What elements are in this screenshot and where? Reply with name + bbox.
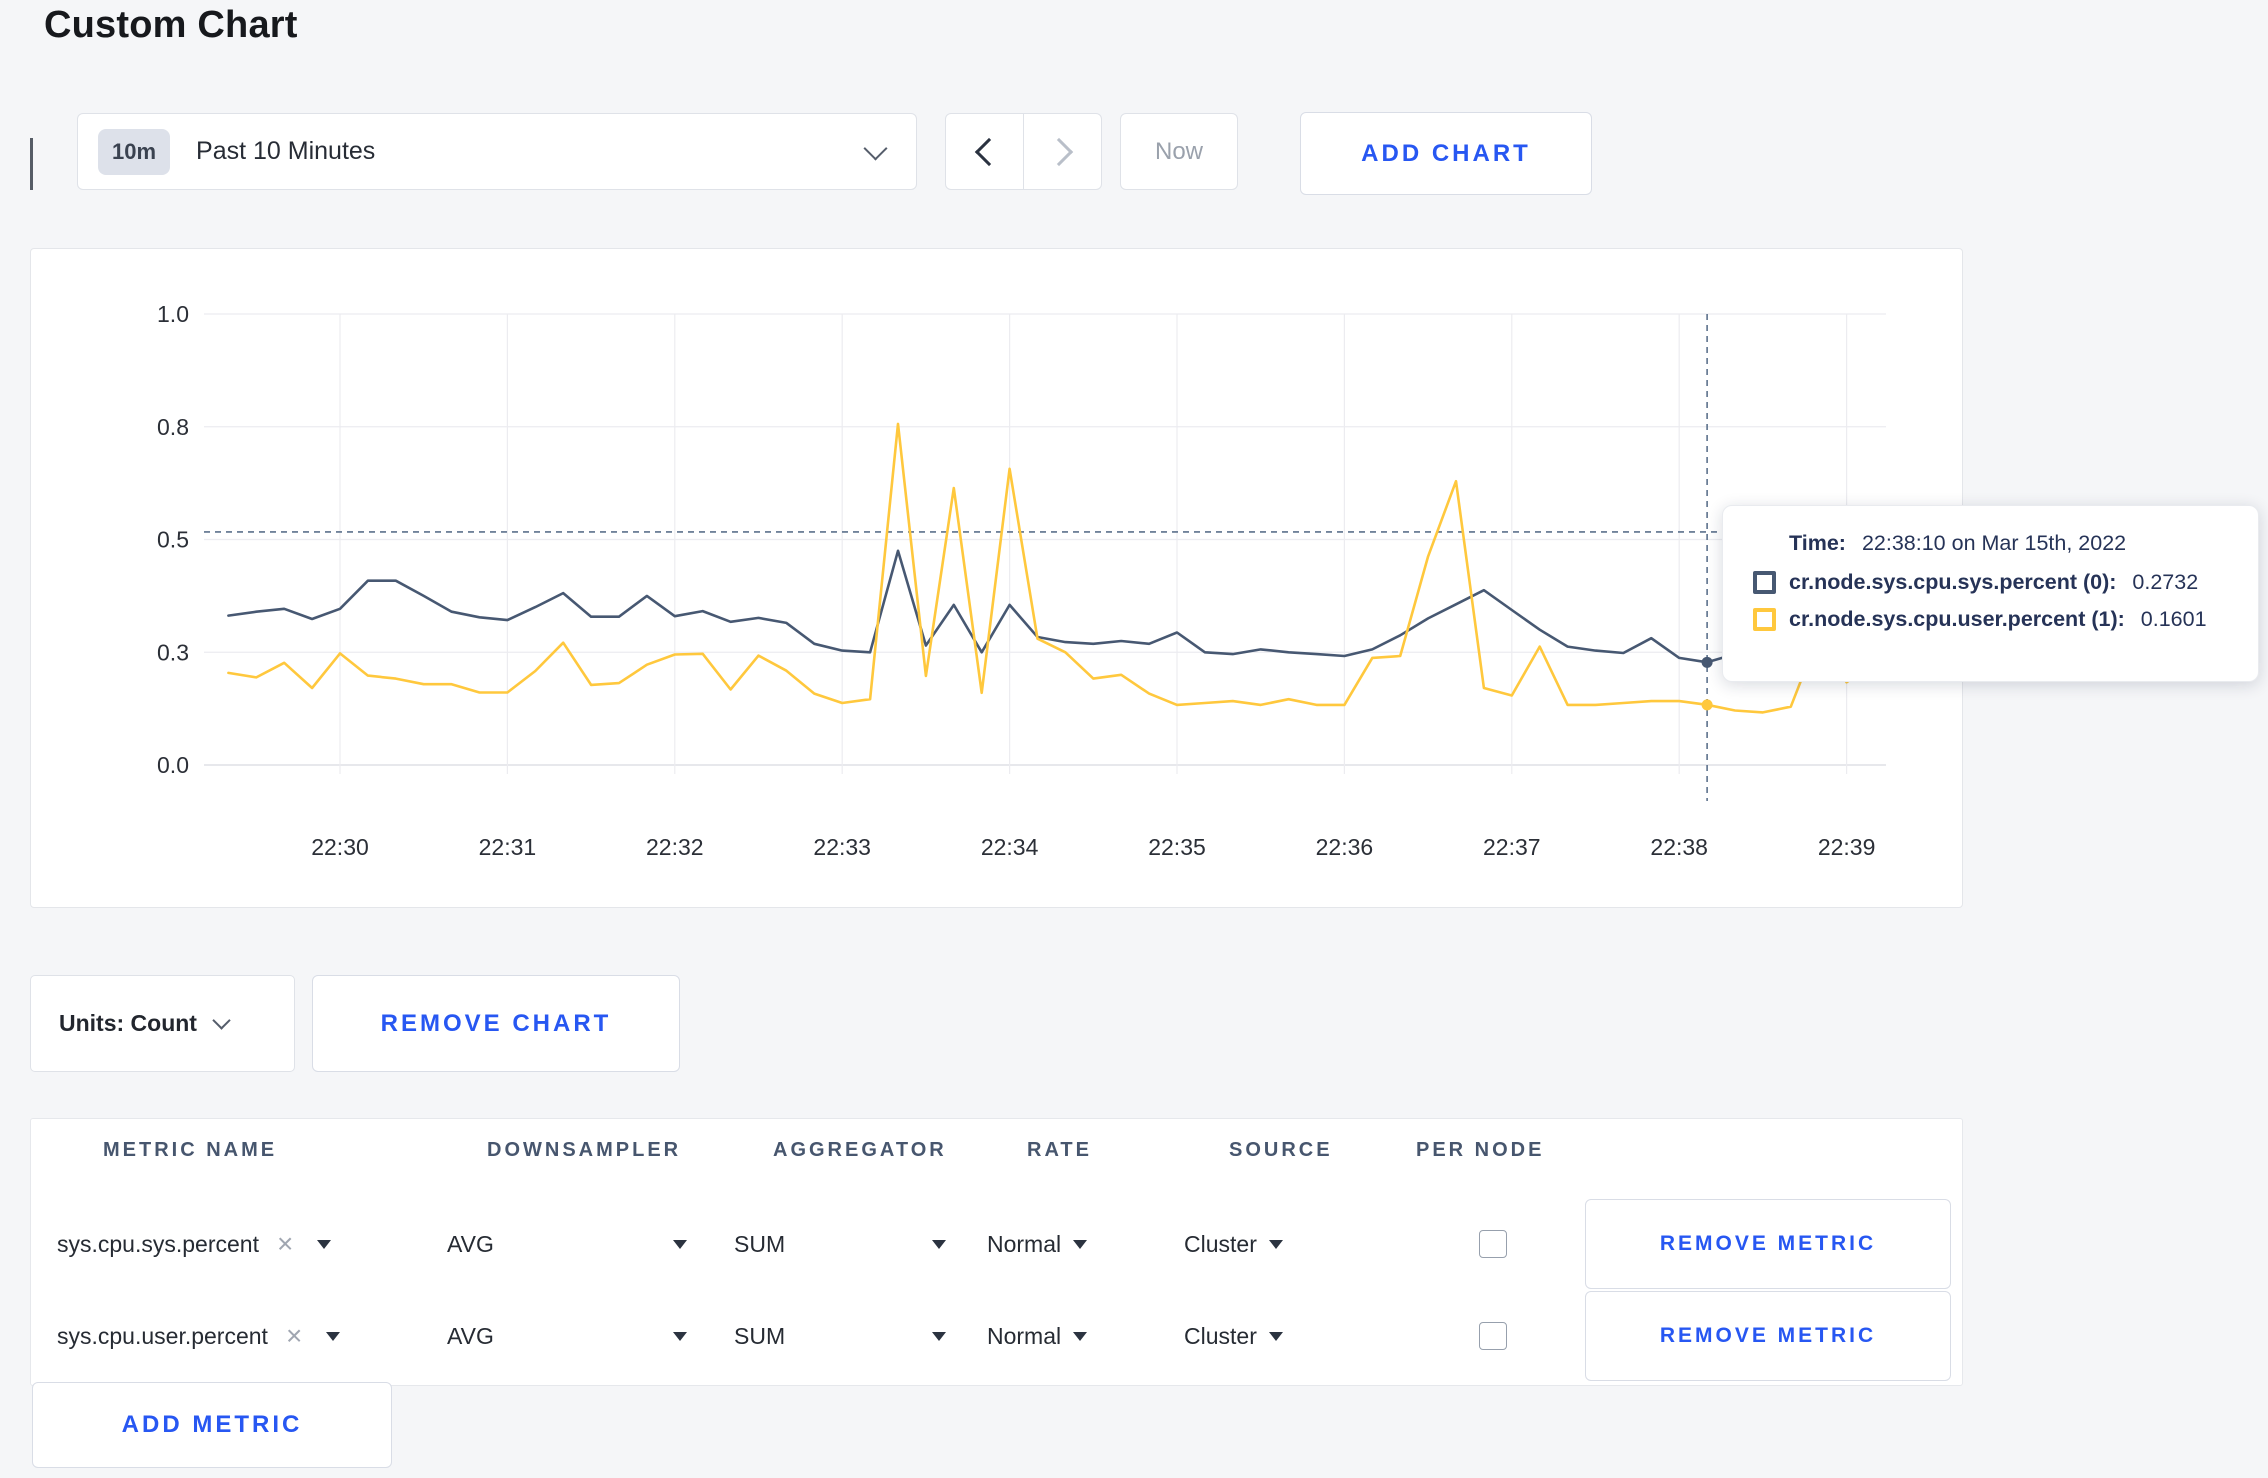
tooltip-series-value: 0.1601: [2140, 607, 2207, 631]
chart-tooltip: Time: 22:38:10 on Mar 15th, 2022 cr.node…: [1722, 505, 2259, 682]
metric-name: sys.cpu.sys.percent: [57, 1230, 259, 1257]
toolbar-left-divider: [30, 138, 33, 190]
time-window-label: Past 10 Minutes: [196, 137, 376, 165]
tooltip-time-label: Time:: [1789, 531, 1846, 555]
svg-text:22:35: 22:35: [1148, 834, 1206, 860]
chevron-down-icon: [212, 1011, 231, 1030]
svg-text:22:36: 22:36: [1316, 834, 1374, 860]
prev-timespan-button[interactable]: [946, 114, 1024, 189]
svg-text:22:31: 22:31: [479, 834, 537, 860]
tooltip-series-row: cr.node.sys.cpu.user.percent (1): 0.1601: [1753, 607, 2234, 632]
chevron-right-icon: [1044, 137, 1073, 166]
per-node-checkbox[interactable]: [1479, 1322, 1507, 1350]
rate-select[interactable]: Normal: [987, 1199, 1088, 1289]
svg-text:0.3: 0.3: [157, 639, 189, 665]
series-user-legend-swatch: [1753, 608, 1776, 631]
col-header-downsampler: DOWNSAMPLER: [487, 1139, 682, 1161]
time-nav-group: [945, 113, 1102, 190]
svg-text:22:37: 22:37: [1483, 834, 1541, 860]
rate-select[interactable]: Normal: [987, 1291, 1088, 1381]
tooltip-series-label: cr.node.sys.cpu.user.percent (1):: [1789, 607, 2125, 631]
units-label: Units: Count: [59, 1010, 197, 1036]
dropdown-arrow-icon: [1268, 1239, 1283, 1249]
source-value: Cluster: [1184, 1322, 1257, 1349]
svg-text:22:30: 22:30: [311, 834, 369, 860]
rate-value: Normal: [987, 1322, 1062, 1349]
now-button[interactable]: Now: [1120, 113, 1238, 190]
chevron-left-icon: [974, 137, 1003, 166]
chevron-down-icon: [863, 136, 888, 161]
col-header-source: SOURCE: [1229, 1139, 1333, 1161]
svg-text:1.0: 1.0: [157, 301, 189, 327]
tooltip-series-label: cr.node.sys.cpu.sys.percent (0):: [1789, 570, 2117, 594]
col-header-metric-name: METRIC NAME: [103, 1139, 278, 1161]
svg-text:0.0: 0.0: [157, 752, 189, 778]
svg-text:22:39: 22:39: [1818, 834, 1876, 860]
dropdown-arrow-icon: [1073, 1331, 1088, 1341]
aggregator-value: SUM: [734, 1230, 786, 1257]
dropdown-arrow-icon: [673, 1331, 687, 1341]
dropdown-arrow-icon: [673, 1239, 687, 1249]
remove-chart-button[interactable]: REMOVE CHART: [312, 975, 680, 1072]
metric-row: sys.cpu.sys.percent × AVG SUM Normal Clu…: [31, 1199, 1962, 1289]
aggregator-value: SUM: [734, 1322, 786, 1349]
time-window-badge: 10m: [98, 128, 171, 175]
dropdown-arrow-icon: [932, 1239, 946, 1249]
downsampler-select[interactable]: AVG: [447, 1291, 687, 1381]
series-sys-legend-swatch: [1753, 571, 1776, 594]
page-title: Custom Chart: [44, 4, 298, 46]
svg-text:0.8: 0.8: [157, 414, 189, 440]
metric-name-select[interactable]: sys.cpu.sys.percent ×: [57, 1199, 332, 1289]
metrics-table-card: METRIC NAME DOWNSAMPLER AGGREGATOR RATE …: [30, 1118, 1963, 1386]
remove-metric-button[interactable]: REMOVE METRIC: [1585, 1199, 1951, 1289]
tooltip-series-row: cr.node.sys.cpu.sys.percent (0): 0.2732: [1753, 570, 2234, 595]
dropdown-arrow-icon: [1073, 1239, 1088, 1249]
units-select[interactable]: Units: Count: [30, 975, 295, 1072]
source-value: Cluster: [1184, 1230, 1257, 1257]
col-header-per-node: PER NODE: [1416, 1139, 1545, 1161]
time-range-select[interactable]: 10m Past 10 Minutes: [77, 113, 917, 190]
svg-text:22:38: 22:38: [1650, 834, 1708, 860]
tooltip-time-row: Time: 22:38:10 on Mar 15th, 2022: [1789, 531, 2234, 556]
clear-metric-icon[interactable]: ×: [277, 1230, 293, 1258]
tooltip-time-value: 22:38:10 on Mar 15th, 2022: [1861, 531, 2127, 555]
metric-name-select[interactable]: sys.cpu.user.percent ×: [57, 1291, 341, 1381]
downsampler-value: AVG: [447, 1322, 494, 1349]
dropdown-arrow-icon: [326, 1331, 341, 1341]
clear-metric-icon[interactable]: ×: [286, 1322, 302, 1350]
col-header-rate: RATE: [1027, 1139, 1092, 1161]
aggregator-select[interactable]: SUM: [734, 1291, 946, 1381]
svg-text:22:34: 22:34: [981, 834, 1039, 860]
add-metric-button[interactable]: ADD METRIC: [32, 1382, 392, 1468]
chart-card: 0.0 0.3 0.5 0.8 1.0 22:30 22:31 22:32 22:33 22:34…: [30, 248, 1963, 908]
tooltip-series-value: 0.2732: [2132, 570, 2199, 594]
source-select[interactable]: Cluster: [1184, 1199, 1283, 1289]
col-header-aggregator: AGGREGATOR: [773, 1139, 947, 1161]
next-timespan-button[interactable]: [1024, 114, 1101, 189]
dropdown-arrow-icon: [1268, 1331, 1283, 1341]
downsampler-value: AVG: [447, 1230, 494, 1257]
metrics-table-header: METRIC NAME DOWNSAMPLER AGGREGATOR RATE …: [31, 1119, 1962, 1181]
add-chart-button[interactable]: ADD CHART: [1300, 112, 1592, 195]
dropdown-arrow-icon: [317, 1239, 332, 1249]
downsampler-select[interactable]: AVG: [447, 1199, 687, 1289]
svg-text:22:33: 22:33: [813, 834, 871, 860]
per-node-checkbox[interactable]: [1479, 1230, 1507, 1258]
remove-metric-button[interactable]: REMOVE METRIC: [1585, 1291, 1951, 1381]
aggregator-select[interactable]: SUM: [734, 1199, 946, 1289]
dropdown-arrow-icon: [932, 1331, 946, 1341]
svg-text:0.5: 0.5: [157, 527, 189, 553]
svg-text:22:32: 22:32: [646, 834, 704, 860]
metric-row: sys.cpu.user.percent × AVG SUM Normal Cl…: [31, 1291, 1962, 1381]
rate-value: Normal: [987, 1230, 1062, 1257]
cpu-usage-chart[interactable]: 0.0 0.3 0.5 0.8 1.0 22:30 22:31 22:32 22:33 22:34…: [31, 249, 1964, 907]
metric-name: sys.cpu.user.percent: [57, 1322, 268, 1349]
source-select[interactable]: Cluster: [1184, 1291, 1283, 1381]
